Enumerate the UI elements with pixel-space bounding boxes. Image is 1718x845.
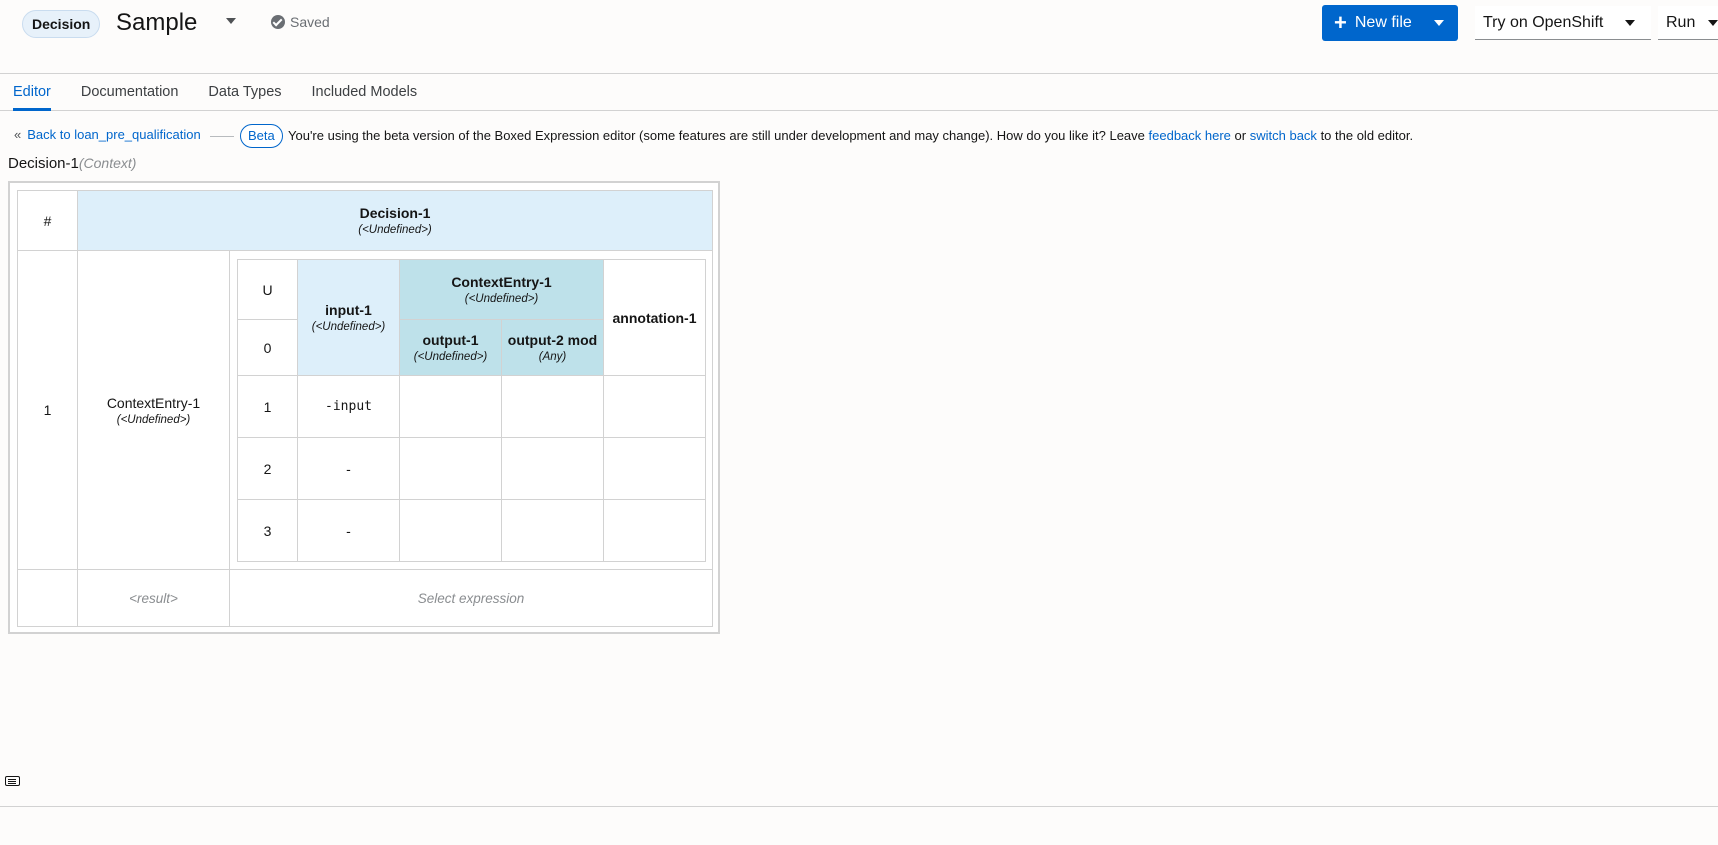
plus-icon: + <box>1334 10 1347 35</box>
result-label: <result> <box>129 590 178 606</box>
run-dropdown[interactable]: Run <box>1658 6 1718 40</box>
table-row-input-cell[interactable]: - <box>297 499 400 562</box>
output-2-header[interactable]: output-2 mod (Any) <box>501 319 604 376</box>
tab-editor[interactable]: Editor <box>0 74 66 111</box>
context-entry-cell[interactable]: ContextEntry-1 (<Undefined>) <box>77 250 230 570</box>
run-label: Run <box>1666 14 1696 31</box>
saved-label: Saved <box>290 14 330 30</box>
file-kind-badge: Decision <box>22 10 101 38</box>
output-group-header[interactable]: ContextEntry-1 (<Undefined>) <box>399 259 604 320</box>
result-label-cell: <result> <box>77 569 230 627</box>
table-row-input-cell[interactable]: - <box>297 437 400 500</box>
context-header-name: Decision-1 <box>359 205 431 221</box>
table-row-number-label: 3 <box>263 522 272 539</box>
output-group-type: (<Undefined>) <box>464 293 539 305</box>
annotation-header[interactable]: annotation-1 <box>603 259 706 376</box>
table-row-number: 3 <box>237 499 298 562</box>
back-link-label: Back to loan_pre_qualification <box>27 127 201 142</box>
double-chevron-left-icon: « <box>14 127 22 142</box>
context-entry-name: ContextEntry-1 <box>106 394 201 411</box>
context-row-number: 1 <box>17 250 78 570</box>
saved-status: Saved <box>271 14 330 30</box>
output-1-cell[interactable] <box>399 499 502 562</box>
output-1-type: (<Undefined>) <box>413 351 488 363</box>
context-row-number-label: 1 <box>43 402 52 418</box>
output-2-cell[interactable] <box>501 499 604 562</box>
row-number-header-label: # <box>43 212 52 229</box>
hit-policy-row-label: 0 <box>263 339 272 356</box>
back-link[interactable]: « Back to loan_pre_qualification <box>14 127 201 142</box>
input-header-name: input-1 <box>325 302 372 318</box>
context-header-type: (<Undefined>) <box>358 224 432 236</box>
divider-line <box>210 136 234 137</box>
try-openshift-dropdown[interactable]: Try on OpenShift <box>1475 6 1651 40</box>
beta-message-or: or <box>1234 128 1247 143</box>
table-row-number-label: 1 <box>263 398 272 415</box>
input-cell-value: -input <box>325 399 372 414</box>
input-header-type: (<Undefined>) <box>311 321 386 333</box>
new-file-label: New file <box>1354 14 1412 31</box>
annotation-header-name: annotation-1 <box>612 309 697 326</box>
result-row-number <box>17 569 78 627</box>
output-2-cell[interactable] <box>501 375 604 438</box>
hit-policy-label: U <box>262 281 273 298</box>
annotation-cell[interactable] <box>603 375 706 438</box>
output-1-cell[interactable] <box>399 437 502 500</box>
tab-documentation[interactable]: Documentation <box>66 74 194 110</box>
table-row-input-cell[interactable]: -input <box>297 375 400 438</box>
row-number-header: # <box>17 190 78 251</box>
chevron-down-icon <box>1625 20 1635 26</box>
bottom-divider <box>0 806 1718 807</box>
output-2-cell[interactable] <box>501 437 604 500</box>
hit-policy-row-number: 0 <box>237 319 298 376</box>
file-name[interactable]: Sample <box>116 7 197 39</box>
hit-policy-cell[interactable]: U <box>237 259 298 320</box>
table-row-number: 1 <box>237 375 298 438</box>
select-expression-cell[interactable]: Select expression <box>229 569 713 627</box>
check-circle-icon <box>271 15 285 29</box>
output-1-header[interactable]: output-1 (<Undefined>) <box>399 319 502 376</box>
keyboard-shortcuts-icon[interactable] <box>5 776 20 786</box>
switch-back-link[interactable]: switch back <box>1250 128 1317 143</box>
file-menu-caret-icon[interactable] <box>226 18 236 24</box>
table-row-number: 2 <box>237 437 298 500</box>
input-cell-value: - <box>346 522 351 539</box>
expression-title: Decision-1(Context) <box>8 155 136 172</box>
tab-data-types[interactable]: Data Types <box>193 74 296 110</box>
beta-message-text: You're using the beta version of the Box… <box>288 128 1145 143</box>
feedback-link[interactable]: feedback here <box>1149 128 1231 143</box>
output-1-cell[interactable] <box>399 375 502 438</box>
annotation-cell[interactable] <box>603 437 706 500</box>
output-2-type: (Any) <box>538 351 567 363</box>
output-1-name: output-1 <box>422 332 479 348</box>
expression-name: Decision-1 <box>8 155 79 172</box>
input-cell-value: - <box>346 460 351 477</box>
app-header: Decision Sample Saved + New file Try on … <box>0 0 1718 74</box>
annotation-cell[interactable] <box>603 499 706 562</box>
editor-tabs: Editor Documentation Data Types Included… <box>0 74 1718 111</box>
context-header[interactable]: Decision-1 (<Undefined>) <box>77 190 713 251</box>
new-file-button[interactable]: + New file <box>1322 5 1458 41</box>
output-2-name: output-2 mod <box>507 332 598 348</box>
run-caret-icon <box>1708 20 1718 26</box>
beta-message-end: to the old editor. <box>1320 128 1414 143</box>
input-header[interactable]: input-1 (<Undefined>) <box>297 259 400 376</box>
beta-message: You're using the beta version of the Box… <box>288 128 1413 143</box>
beta-badge: Beta <box>240 124 283 148</box>
expression-kind: (Context) <box>78 155 137 171</box>
select-expression-placeholder: Select expression <box>417 590 525 606</box>
try-openshift-label: Try on OpenShift <box>1483 14 1604 31</box>
output-group-name: ContextEntry-1 <box>451 274 552 290</box>
context-entry-type: (<Undefined>) <box>116 413 191 426</box>
table-row-number-label: 2 <box>263 460 272 477</box>
tab-included-models[interactable]: Included Models <box>297 74 433 110</box>
new-file-caret-icon[interactable] <box>1434 20 1444 26</box>
